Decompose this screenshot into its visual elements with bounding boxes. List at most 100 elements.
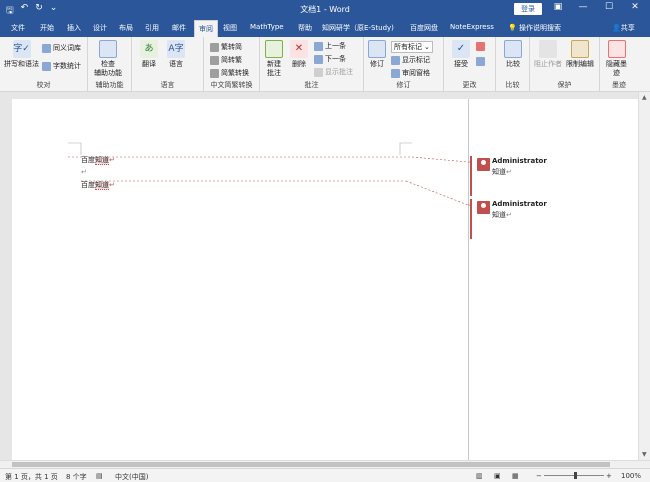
- spelling-grammar-button[interactable]: 字✓ 拼写和语法: [4, 40, 39, 69]
- comment-balloon[interactable]: Administrator 知道↵: [470, 156, 620, 196]
- tab-noteexpress[interactable]: NoteExpress: [450, 23, 494, 31]
- simp-to-trad-button[interactable]: 简转繁: [210, 55, 242, 65]
- proofing-status-icon[interactable]: ▤: [96, 472, 103, 480]
- comment-anchor[interactable]: 知道: [95, 156, 109, 165]
- group-proofing: 字✓ 拼写和语法 同义词库 字数统计 校对: [0, 37, 88, 92]
- doc-line-empty[interactable]: ↵: [81, 168, 87, 176]
- lock-icon: [571, 40, 589, 58]
- comment-text[interactable]: 知道↵: [492, 210, 620, 220]
- show-comments-icon: [314, 67, 323, 77]
- tab-estudy[interactable]: 知网研学（原E-Study): [322, 23, 394, 33]
- group-language: あ 翻译 A字 语言 语言: [132, 37, 204, 92]
- block-authors-icon: [539, 40, 557, 58]
- comment-connectors: [468, 161, 470, 206]
- markup-select[interactable]: 所有标记 ⌄: [391, 41, 433, 53]
- chevron-down-icon: ⌄: [424, 43, 430, 51]
- language-status[interactable]: 中文(中国): [115, 472, 148, 482]
- tab-baidu-netdisk[interactable]: 百度网盘: [410, 23, 438, 33]
- word-count[interactable]: 8 个字: [66, 472, 87, 482]
- show-markup-button[interactable]: 显示标记: [391, 55, 430, 65]
- comment-author: Administrator: [492, 200, 547, 208]
- group-changes: ✓ 接受 更改: [444, 37, 496, 92]
- doc-line-1[interactable]: 百度知道↵: [81, 155, 115, 165]
- markup-area: [468, 99, 638, 460]
- tab-design[interactable]: 设计: [93, 23, 107, 33]
- ribbon-tabs: 文件 开始 插入 设计 布局 引用 邮件 审阅 视图 MathType 帮助 知…: [0, 19, 650, 37]
- new-comment-button[interactable]: 新建 批注: [265, 40, 283, 78]
- review-pane-button[interactable]: 审阅窗格: [391, 68, 430, 78]
- show-markup-icon: [391, 55, 400, 65]
- hide-ink-button[interactable]: 隐藏墨迹: [606, 40, 627, 78]
- vertical-scrollbar[interactable]: ▲ ▼: [638, 92, 650, 460]
- delete-comment-icon: ✕: [290, 40, 308, 58]
- ribbon-display-icon[interactable]: ▣: [551, 2, 565, 12]
- next-icon: [314, 54, 323, 64]
- document-page[interactable]: [12, 99, 468, 460]
- login-button[interactable]: 登录: [514, 3, 542, 15]
- page-count[interactable]: 第 1 页，共 1 页: [5, 472, 58, 482]
- zoom-out-icon[interactable]: −: [536, 472, 542, 480]
- compare-icon: [504, 40, 522, 58]
- restrict-editing-button[interactable]: 限制编辑: [566, 40, 594, 69]
- read-mode-icon[interactable]: ▥: [476, 472, 483, 480]
- previous-change-button[interactable]: [476, 57, 485, 66]
- maximize-icon[interactable]: ☐: [602, 2, 616, 12]
- comment-anchor[interactable]: 知道: [95, 181, 109, 190]
- previous-comment-button[interactable]: 上一条: [314, 41, 346, 51]
- track-changes-icon: [368, 40, 386, 58]
- person-icon: 👤: [612, 24, 621, 32]
- tab-insert[interactable]: 插入: [67, 23, 81, 33]
- close-icon[interactable]: ✕: [628, 2, 642, 12]
- reject-button[interactable]: [476, 42, 485, 51]
- reject-icon: [476, 42, 485, 51]
- trad-to-simp-button[interactable]: 繁转简: [210, 42, 242, 52]
- scroll-thumb[interactable]: [12, 462, 610, 467]
- group-accessibility: 检查 辅助功能 辅助功能: [88, 37, 132, 92]
- block-authors-button[interactable]: 阻止作者: [534, 40, 562, 69]
- track-changes-button[interactable]: 修订: [368, 40, 386, 69]
- tab-view[interactable]: 视图: [223, 23, 237, 33]
- zoom-level[interactable]: 100%: [621, 472, 641, 480]
- word-count-button[interactable]: 字数统计: [42, 61, 81, 71]
- doc-line-2[interactable]: 百度知道↵: [81, 180, 115, 190]
- tab-help[interactable]: 帮助: [298, 23, 312, 33]
- language-icon: A字: [167, 40, 185, 58]
- group-protect: 阻止作者 限制编辑 保护: [530, 37, 600, 92]
- group-compare: 比较 比较: [496, 37, 530, 92]
- tab-file[interactable]: 文件: [11, 23, 25, 33]
- tell-me-search[interactable]: 💡 操作说明搜索: [508, 23, 561, 33]
- tab-references[interactable]: 引用: [145, 23, 159, 33]
- accept-button[interactable]: ✓ 接受: [452, 40, 470, 69]
- check-accessibility-button[interactable]: 检查 辅助功能: [94, 40, 122, 78]
- zoom-slider-thumb[interactable]: [574, 472, 577, 479]
- tab-mathtype[interactable]: MathType: [250, 23, 284, 31]
- paragraph-mark-icon: ↵: [109, 156, 115, 164]
- word-count-icon: [42, 61, 51, 71]
- horizontal-scrollbar[interactable]: [0, 460, 650, 468]
- compare-button[interactable]: 比较: [504, 40, 522, 69]
- print-layout-icon[interactable]: ▣: [494, 472, 501, 480]
- next-comment-button[interactable]: 下一条: [314, 54, 346, 64]
- scroll-down-icon[interactable]: ▼: [642, 451, 647, 458]
- show-comments-button[interactable]: 显示批注: [314, 67, 353, 77]
- tab-layout[interactable]: 布局: [119, 23, 133, 33]
- minimize-icon[interactable]: —: [576, 2, 590, 12]
- language-button[interactable]: A字 语言: [167, 40, 185, 69]
- delete-comment-button[interactable]: ✕ 删除: [290, 40, 308, 69]
- chinese-convert-button[interactable]: 简繁转换: [210, 68, 249, 78]
- thesaurus-button[interactable]: 同义词库: [42, 43, 81, 53]
- tab-home[interactable]: 开始: [40, 23, 54, 33]
- scroll-up-icon[interactable]: ▲: [642, 94, 647, 101]
- web-layout-icon[interactable]: ▦: [512, 472, 519, 480]
- convert-icon: [210, 55, 219, 65]
- comment-text[interactable]: 知道↵: [492, 167, 620, 177]
- comment-author: Administrator: [492, 157, 547, 165]
- translate-button[interactable]: あ 翻译: [140, 40, 158, 69]
- review-pane-icon: [391, 68, 400, 78]
- comment-balloon[interactable]: Administrator 知道↵: [470, 199, 620, 239]
- zoom-in-icon[interactable]: +: [606, 472, 612, 480]
- share-button[interactable]: 👤共享: [612, 23, 635, 33]
- spelling-check-icon: 字✓: [12, 40, 31, 58]
- tab-mailings[interactable]: 邮件: [172, 23, 186, 33]
- tab-review[interactable]: 审阅: [194, 20, 218, 37]
